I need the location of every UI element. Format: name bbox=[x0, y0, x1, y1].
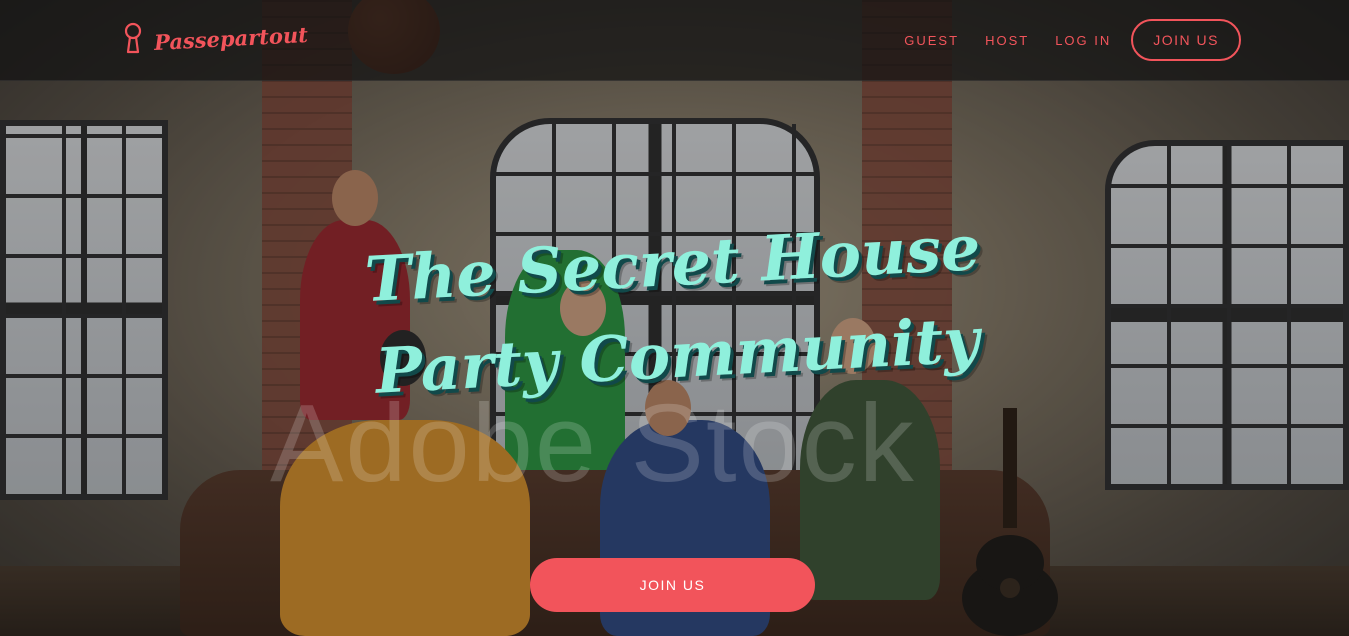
brand-logo-link[interactable]: Passepartout bbox=[122, 18, 308, 58]
nav-guest-link[interactable]: GUEST bbox=[904, 33, 959, 48]
landing-page: Adobe Stock Passepartout GUEST HOST LOG … bbox=[0, 0, 1349, 636]
top-navbar: Passepartout GUEST HOST LOG IN JOIN US bbox=[0, 0, 1349, 81]
nav-login-link[interactable]: LOG IN bbox=[1055, 33, 1111, 48]
hero-title: The Secret House Party Community bbox=[306, 199, 1045, 421]
nav-join-us-button[interactable]: JOIN US bbox=[1131, 19, 1241, 61]
nav-links: GUEST HOST LOG IN JOIN US bbox=[904, 19, 1241, 61]
brand-name: Passepartout bbox=[153, 21, 309, 55]
keyhole-icon bbox=[124, 22, 142, 54]
nav-host-link[interactable]: HOST bbox=[985, 33, 1029, 48]
hero-join-us-button[interactable]: JOIN US bbox=[530, 558, 815, 612]
